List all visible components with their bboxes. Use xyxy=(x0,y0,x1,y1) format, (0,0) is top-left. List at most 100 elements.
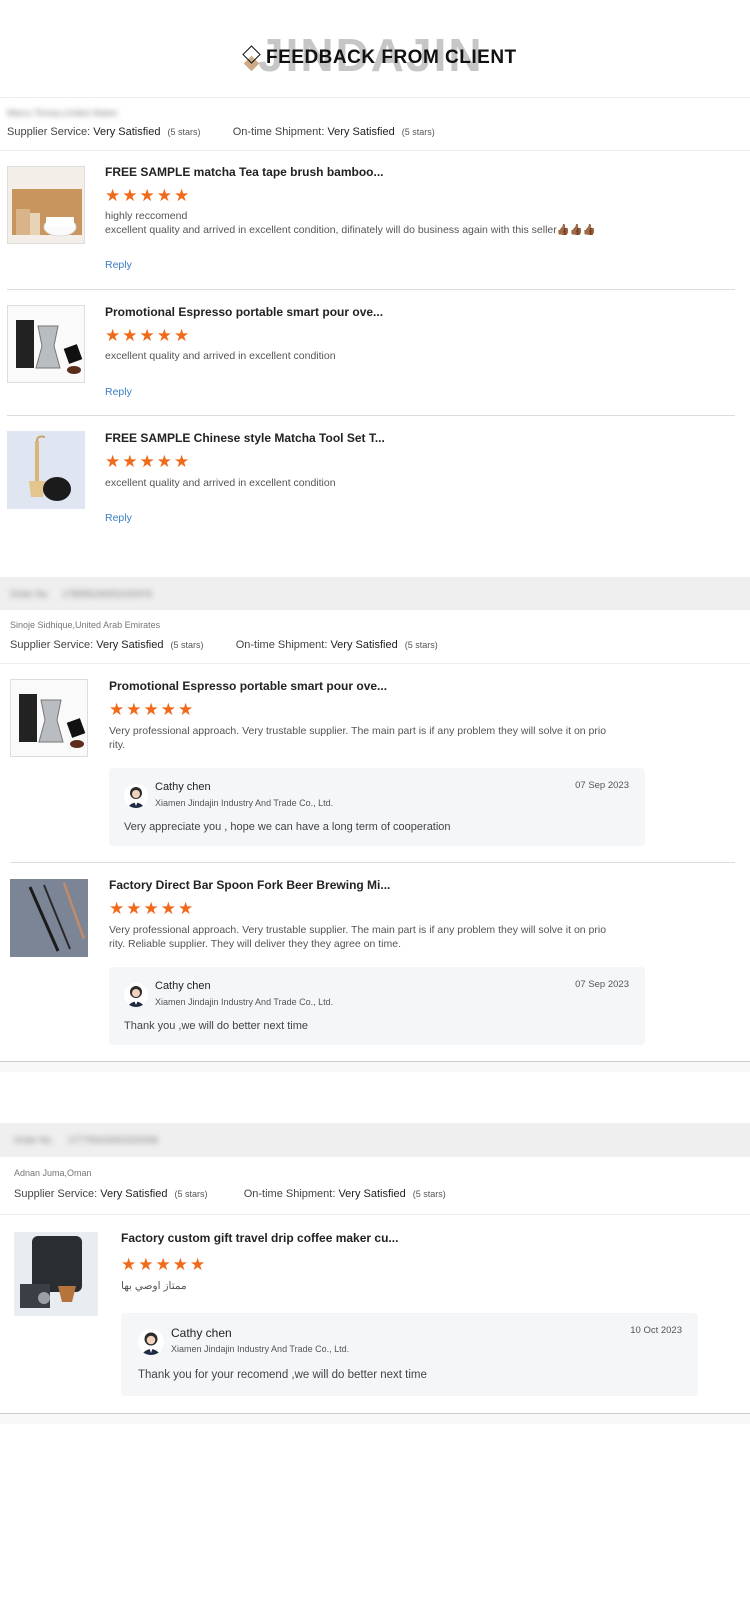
product-thumbnail[interactable] xyxy=(7,431,85,509)
page-title: FEEDBACK FROM CLIENT xyxy=(266,47,517,68)
star-icon: ★ xyxy=(172,1255,188,1274)
avatar xyxy=(124,983,148,1007)
matcha-tool-image xyxy=(7,431,85,509)
star-icon: ★ xyxy=(139,186,155,205)
star-icon: ★ xyxy=(105,186,121,205)
star-icon: ★ xyxy=(156,186,172,205)
supplier-service-value: Very Satisfied xyxy=(93,126,161,138)
star-icon: ★ xyxy=(105,326,121,345)
shipment-stars: (5 stars) xyxy=(404,640,438,650)
shipment-stars: (5 stars) xyxy=(412,1189,446,1199)
shipment-value: Very Satisfied xyxy=(327,126,395,138)
seller-reply: Cathy chen Xiamen Jindajin Industry And … xyxy=(109,967,645,1045)
star-rating: ★ ★ ★ ★ ★ xyxy=(105,187,189,204)
product-thumbnail[interactable] xyxy=(14,1232,98,1316)
star-icon: ★ xyxy=(143,700,159,719)
star-icon: ★ xyxy=(174,186,190,205)
divider xyxy=(0,663,750,664)
star-icon: ★ xyxy=(160,899,176,918)
rating-summary: Supplier Service: Very Satisfied (5 star… xyxy=(10,639,438,651)
star-icon: ★ xyxy=(139,326,155,345)
review-text: rity. xyxy=(109,739,126,751)
person-icon xyxy=(141,1332,161,1355)
product-title[interactable]: Promotional Espresso portable smart pour… xyxy=(105,305,383,319)
product-thumbnail[interactable] xyxy=(10,679,88,757)
star-icon: ★ xyxy=(156,326,172,345)
reply-date: 07 Sep 2023 xyxy=(575,979,629,990)
star-icon: ★ xyxy=(139,452,155,471)
star-icon: ★ xyxy=(109,899,125,918)
order-number-link[interactable]: 178995230001020476 xyxy=(62,589,152,599)
reply-text: Thank you for your recomend ,we will do … xyxy=(138,1369,427,1381)
matcha-kit-image xyxy=(8,167,84,243)
reply-company: Xiamen Jindajin Industry And Trade Co., … xyxy=(155,798,334,808)
reply-author: Cathy chen xyxy=(171,1326,232,1340)
review-text: Very professional approach. Very trustab… xyxy=(109,725,607,737)
reply-link[interactable]: Reply xyxy=(105,512,132,524)
avatar xyxy=(124,784,148,808)
product-title[interactable]: FREE SAMPLE Chinese style Matcha Tool Se… xyxy=(105,431,385,445)
buyer-name: Sinoje Sidhique,United Arab Emirates xyxy=(10,620,161,630)
star-icon: ★ xyxy=(105,452,121,471)
reply-link[interactable]: Reply xyxy=(105,386,132,398)
supplier-service-stars: (5 stars) xyxy=(174,1189,208,1199)
review-text: Very professional approach. Very trustab… xyxy=(109,924,607,936)
star-rating: ★ ★ ★ ★ ★ xyxy=(105,453,189,470)
reply-date: 10 Oct 2023 xyxy=(630,1325,682,1336)
star-icon: ★ xyxy=(138,1255,154,1274)
page-header: JINDAJIN FEEDBACK FROM CLIENT xyxy=(0,0,750,98)
rating-summary: Supplier Service: Very Satisfied (5 star… xyxy=(7,126,435,138)
review-text: highly reccomend xyxy=(105,210,188,222)
product-thumbnail[interactable] xyxy=(7,305,85,383)
star-icon: ★ xyxy=(174,452,190,471)
star-rating: ★ ★ ★ ★ ★ xyxy=(109,900,193,917)
product-thumbnail[interactable] xyxy=(10,879,88,957)
product-title[interactable]: Factory custom gift travel drip coffee m… xyxy=(121,1231,398,1245)
reply-author: Cathy chen xyxy=(155,980,211,992)
star-icon: ★ xyxy=(109,700,125,719)
supplier-service-label: Supplier Service: xyxy=(14,1188,98,1200)
espresso-pot-image xyxy=(8,306,84,382)
seller-reply: Cathy chen Xiamen Jindajin Industry And … xyxy=(121,1313,698,1396)
supplier-service-stars: (5 stars) xyxy=(170,640,204,650)
star-icon: ★ xyxy=(122,452,138,471)
product-thumbnail[interactable] xyxy=(7,166,85,244)
divider xyxy=(7,415,735,416)
person-icon xyxy=(127,986,145,1007)
review-text: ممتاز اوصي بها xyxy=(121,1280,187,1292)
star-icon: ★ xyxy=(143,899,159,918)
supplier-service-label: Supplier Service: xyxy=(7,126,91,138)
supplier-service-stars: (5 stars) xyxy=(167,127,201,137)
person-icon xyxy=(127,787,145,808)
star-icon: ★ xyxy=(178,899,194,918)
reply-company: Xiamen Jindajin Industry And Trade Co., … xyxy=(155,997,334,1007)
shipment-value: Very Satisfied xyxy=(330,639,398,651)
star-rating: ★ ★ ★ ★ ★ xyxy=(105,327,189,344)
product-title[interactable]: Factory Direct Bar Spoon Fork Beer Brewi… xyxy=(109,878,390,892)
star-icon: ★ xyxy=(160,700,176,719)
reply-text: Thank you ,we will do better next time xyxy=(124,1020,309,1032)
star-icon: ★ xyxy=(190,1255,206,1274)
reply-link[interactable]: Reply xyxy=(105,259,132,271)
product-title[interactable]: Promotional Espresso portable smart pour… xyxy=(109,679,387,693)
avatar xyxy=(138,1329,164,1355)
reply-company: Xiamen Jindajin Industry And Trade Co., … xyxy=(171,1344,350,1354)
reply-author: Cathy chen xyxy=(155,781,211,793)
supplier-service-label: Supplier Service: xyxy=(10,639,94,651)
buyer-name: Marco Tomas,United States xyxy=(7,108,118,118)
shipment-label: On-time Shipment: xyxy=(235,639,328,651)
divider xyxy=(0,1214,750,1215)
order-number-link[interactable]: 177793102001520336 xyxy=(68,1135,158,1145)
buyer-name: Adnan Juma,Oman xyxy=(14,1168,92,1178)
section-gap xyxy=(0,1062,750,1072)
section-gap xyxy=(0,1414,750,1424)
review-text: excellent quality and arrived in excelle… xyxy=(105,477,336,489)
seller-reply: Cathy chen Xiamen Jindajin Industry And … xyxy=(109,768,645,846)
star-rating: ★ ★ ★ ★ ★ xyxy=(121,1256,205,1273)
star-icon: ★ xyxy=(122,186,138,205)
divider xyxy=(7,289,735,290)
rating-summary: Supplier Service: Very Satisfied (5 star… xyxy=(14,1188,446,1200)
shipment-label: On-time Shipment: xyxy=(243,1188,336,1200)
order-label: Order No. xyxy=(14,1135,54,1145)
product-title[interactable]: FREE SAMPLE matcha Tea tape brush bamboo… xyxy=(105,165,384,179)
